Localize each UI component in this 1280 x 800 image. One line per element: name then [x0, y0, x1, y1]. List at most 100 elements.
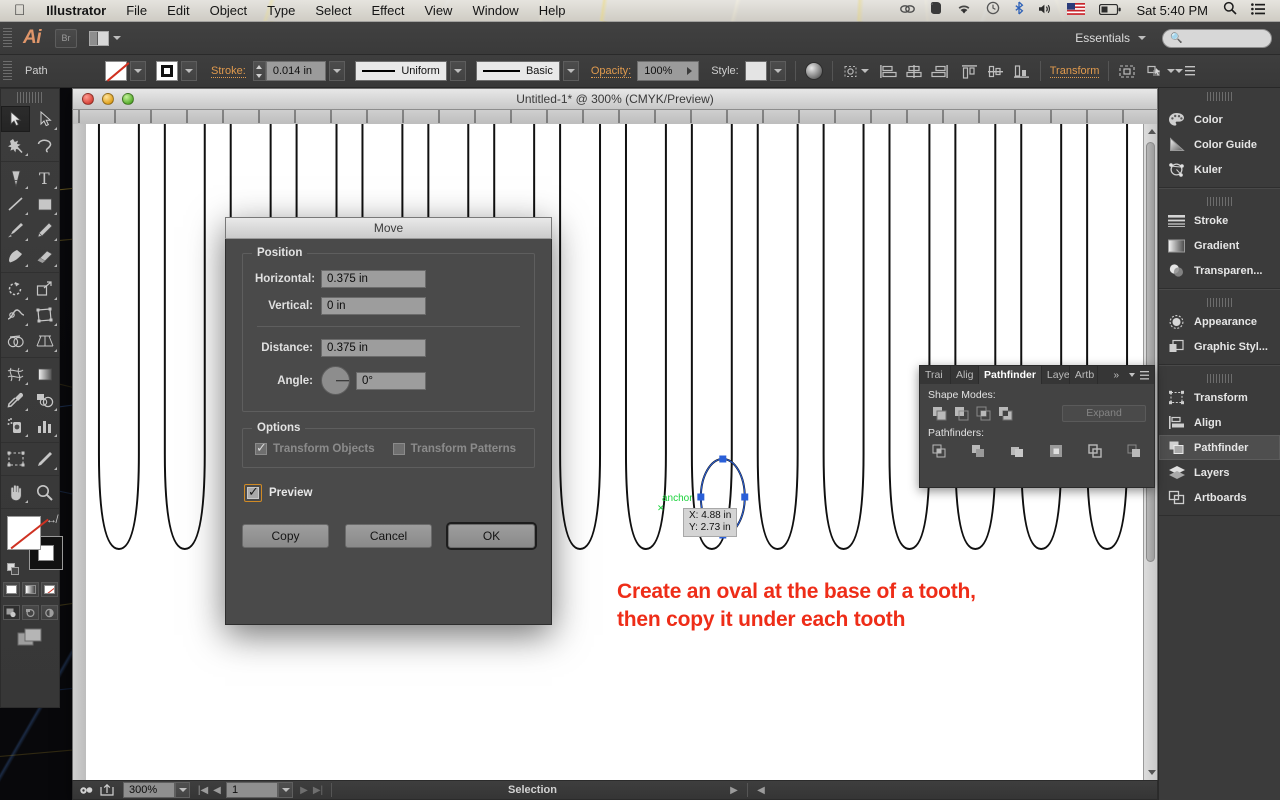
eyedropper-tool[interactable] — [1, 387, 30, 413]
exclude-icon[interactable] — [994, 404, 1016, 422]
stroke-profile-dropdown-icon[interactable] — [449, 61, 466, 81]
symbol-sprayer-tool[interactable] — [1, 413, 30, 439]
selection-tool[interactable] — [1, 106, 30, 132]
menu-file[interactable]: File — [116, 0, 157, 22]
dock-group-grip[interactable] — [1207, 298, 1232, 307]
menu-app-name[interactable]: Illustrator — [36, 0, 116, 22]
help-search-input[interactable]: 🔍 — [1162, 28, 1272, 48]
eraser-tool[interactable] — [30, 243, 59, 269]
stroke-dropdown-icon[interactable] — [181, 61, 197, 81]
fill-swatch[interactable] — [105, 61, 127, 81]
menu-type[interactable]: Type — [257, 0, 305, 22]
apple-logo-icon[interactable]:  — [0, 0, 36, 22]
angle-dial[interactable] — [321, 366, 350, 395]
lasso-tool[interactable] — [30, 132, 59, 158]
minus-front-icon[interactable] — [950, 404, 972, 422]
column-graph-tool[interactable] — [30, 413, 59, 439]
dock-item-appearance[interactable]: Appearance — [1159, 309, 1280, 334]
stroke-color-control[interactable] — [156, 61, 197, 81]
rectangle-tool[interactable] — [30, 191, 59, 217]
tab-artboards[interactable]: Artb — [1070, 366, 1098, 384]
scrollbar-thumb[interactable] — [1146, 142, 1155, 562]
default-fill-stroke-icon[interactable] — [7, 563, 20, 576]
slice-tool[interactable] — [30, 446, 59, 472]
workspace-switcher[interactable]: Essentials — [1075, 31, 1146, 45]
paintbrush-tool[interactable] — [1, 217, 30, 243]
next-artboard-button[interactable]: ▶ — [297, 785, 311, 796]
tab-layers[interactable]: Laye — [1042, 366, 1070, 384]
menu-view[interactable]: View — [415, 0, 463, 22]
rotate-tool[interactable] — [1, 276, 30, 302]
go-to-bridge-button[interactable]: Br — [55, 28, 77, 48]
shape-builder-tool[interactable] — [1, 328, 30, 354]
brush-dropdown-icon[interactable] — [562, 61, 579, 81]
stroke-profile-control[interactable]: Uniform — [354, 61, 466, 81]
menu-help[interactable]: Help — [529, 0, 576, 22]
dock-item-artboards[interactable]: Artboards — [1159, 485, 1280, 510]
artboard-number-control[interactable]: 1 — [226, 782, 293, 798]
fill-stroke-control[interactable]: ↮ — [7, 514, 63, 576]
graphic-style-dropdown-icon[interactable] — [769, 61, 786, 81]
tools-panel-grip[interactable] — [17, 92, 43, 103]
stroke-swatch[interactable] — [156, 61, 178, 81]
distance-input[interactable]: 0.375 in — [321, 339, 426, 357]
gradient-tool[interactable] — [30, 361, 59, 387]
panel-menu-icon[interactable] — [1124, 366, 1154, 384]
select-similar-objects-button[interactable] — [1146, 64, 1176, 79]
spotlight-search-icon[interactable] — [1216, 0, 1244, 22]
align-bottom-icon[interactable] — [1013, 64, 1031, 79]
dock-item-transparen[interactable]: Transparen... — [1159, 258, 1280, 283]
divide-icon[interactable] — [928, 442, 950, 460]
opacity-label[interactable]: Opacity: — [590, 65, 632, 78]
tab-align[interactable]: Alig — [951, 366, 979, 384]
draw-behind-button[interactable] — [21, 605, 39, 620]
scroll-down-arrow[interactable] — [1144, 765, 1159, 780]
zoom-level-control[interactable]: 300% — [123, 782, 190, 798]
first-artboard-button[interactable]: |◀ — [196, 785, 210, 796]
recolor-artwork-icon[interactable] — [804, 62, 823, 80]
last-artboard-button[interactable]: ▶| — [311, 785, 325, 796]
angle-input[interactable]: 0° — [356, 371, 426, 390]
vertical-input[interactable]: 0 in — [321, 297, 426, 315]
control-panel-menu-icon[interactable] — [1175, 66, 1203, 76]
none-button[interactable] — [40, 582, 58, 597]
fill-color-control[interactable] — [105, 61, 146, 81]
align-center-vertical-icon[interactable] — [987, 64, 1005, 79]
wifi-icon[interactable] — [949, 0, 979, 22]
fill-dropdown-icon[interactable] — [130, 61, 146, 81]
notification-list-icon[interactable] — [1244, 0, 1272, 22]
dock-grip[interactable] — [1207, 92, 1232, 101]
status-popup-arrow[interactable]: ▶ — [727, 785, 741, 796]
zoom-dropdown-icon[interactable] — [175, 782, 190, 798]
scroll-up-arrow[interactable] — [1144, 124, 1159, 139]
line-segment-tool[interactable] — [1, 191, 30, 217]
dock-item-color[interactable]: Color — [1159, 107, 1280, 132]
mesh-tool[interactable] — [1, 361, 30, 387]
dock-item-kuler[interactable]: Kuler — [1159, 157, 1280, 182]
ok-button[interactable]: OK — [448, 524, 535, 548]
zoom-level-value[interactable]: 300% — [123, 782, 175, 798]
dock-group-grip[interactable] — [1207, 197, 1232, 206]
width-tool[interactable] — [1, 302, 30, 328]
dock-item-gradient[interactable]: Gradient — [1159, 233, 1280, 258]
graphic-style-control[interactable] — [744, 61, 786, 81]
dock-item-transform[interactable]: Transform — [1159, 385, 1280, 410]
artboard-tool[interactable] — [1, 446, 30, 472]
pencil-tool[interactable] — [30, 217, 59, 243]
stroke-weight-value[interactable]: 0.014 in — [265, 61, 326, 81]
align-top-icon[interactable] — [961, 64, 979, 79]
share-export-icon[interactable] — [97, 783, 117, 798]
free-transform-tool[interactable] — [30, 302, 59, 328]
brush-definition-control[interactable]: Basic — [475, 61, 579, 81]
dock-item-graphic-styl[interactable]: Graphic Styl... — [1159, 334, 1280, 359]
dock-group-grip[interactable] — [1207, 374, 1232, 383]
tab-pathfinder[interactable]: Pathfinder — [979, 366, 1042, 384]
expand-button[interactable]: Expand — [1062, 404, 1146, 422]
zoom-tool[interactable] — [30, 479, 59, 505]
color-button[interactable] — [2, 582, 20, 597]
minus-back-icon[interactable] — [1123, 442, 1145, 460]
document-titlebar[interactable]: Untitled-1* @ 300% (CMYK/Preview) — [72, 88, 1158, 110]
horizontal-input[interactable]: 0.375 in — [321, 270, 426, 288]
clock-icon[interactable] — [979, 0, 1007, 22]
dock-item-stroke[interactable]: Stroke — [1159, 208, 1280, 233]
